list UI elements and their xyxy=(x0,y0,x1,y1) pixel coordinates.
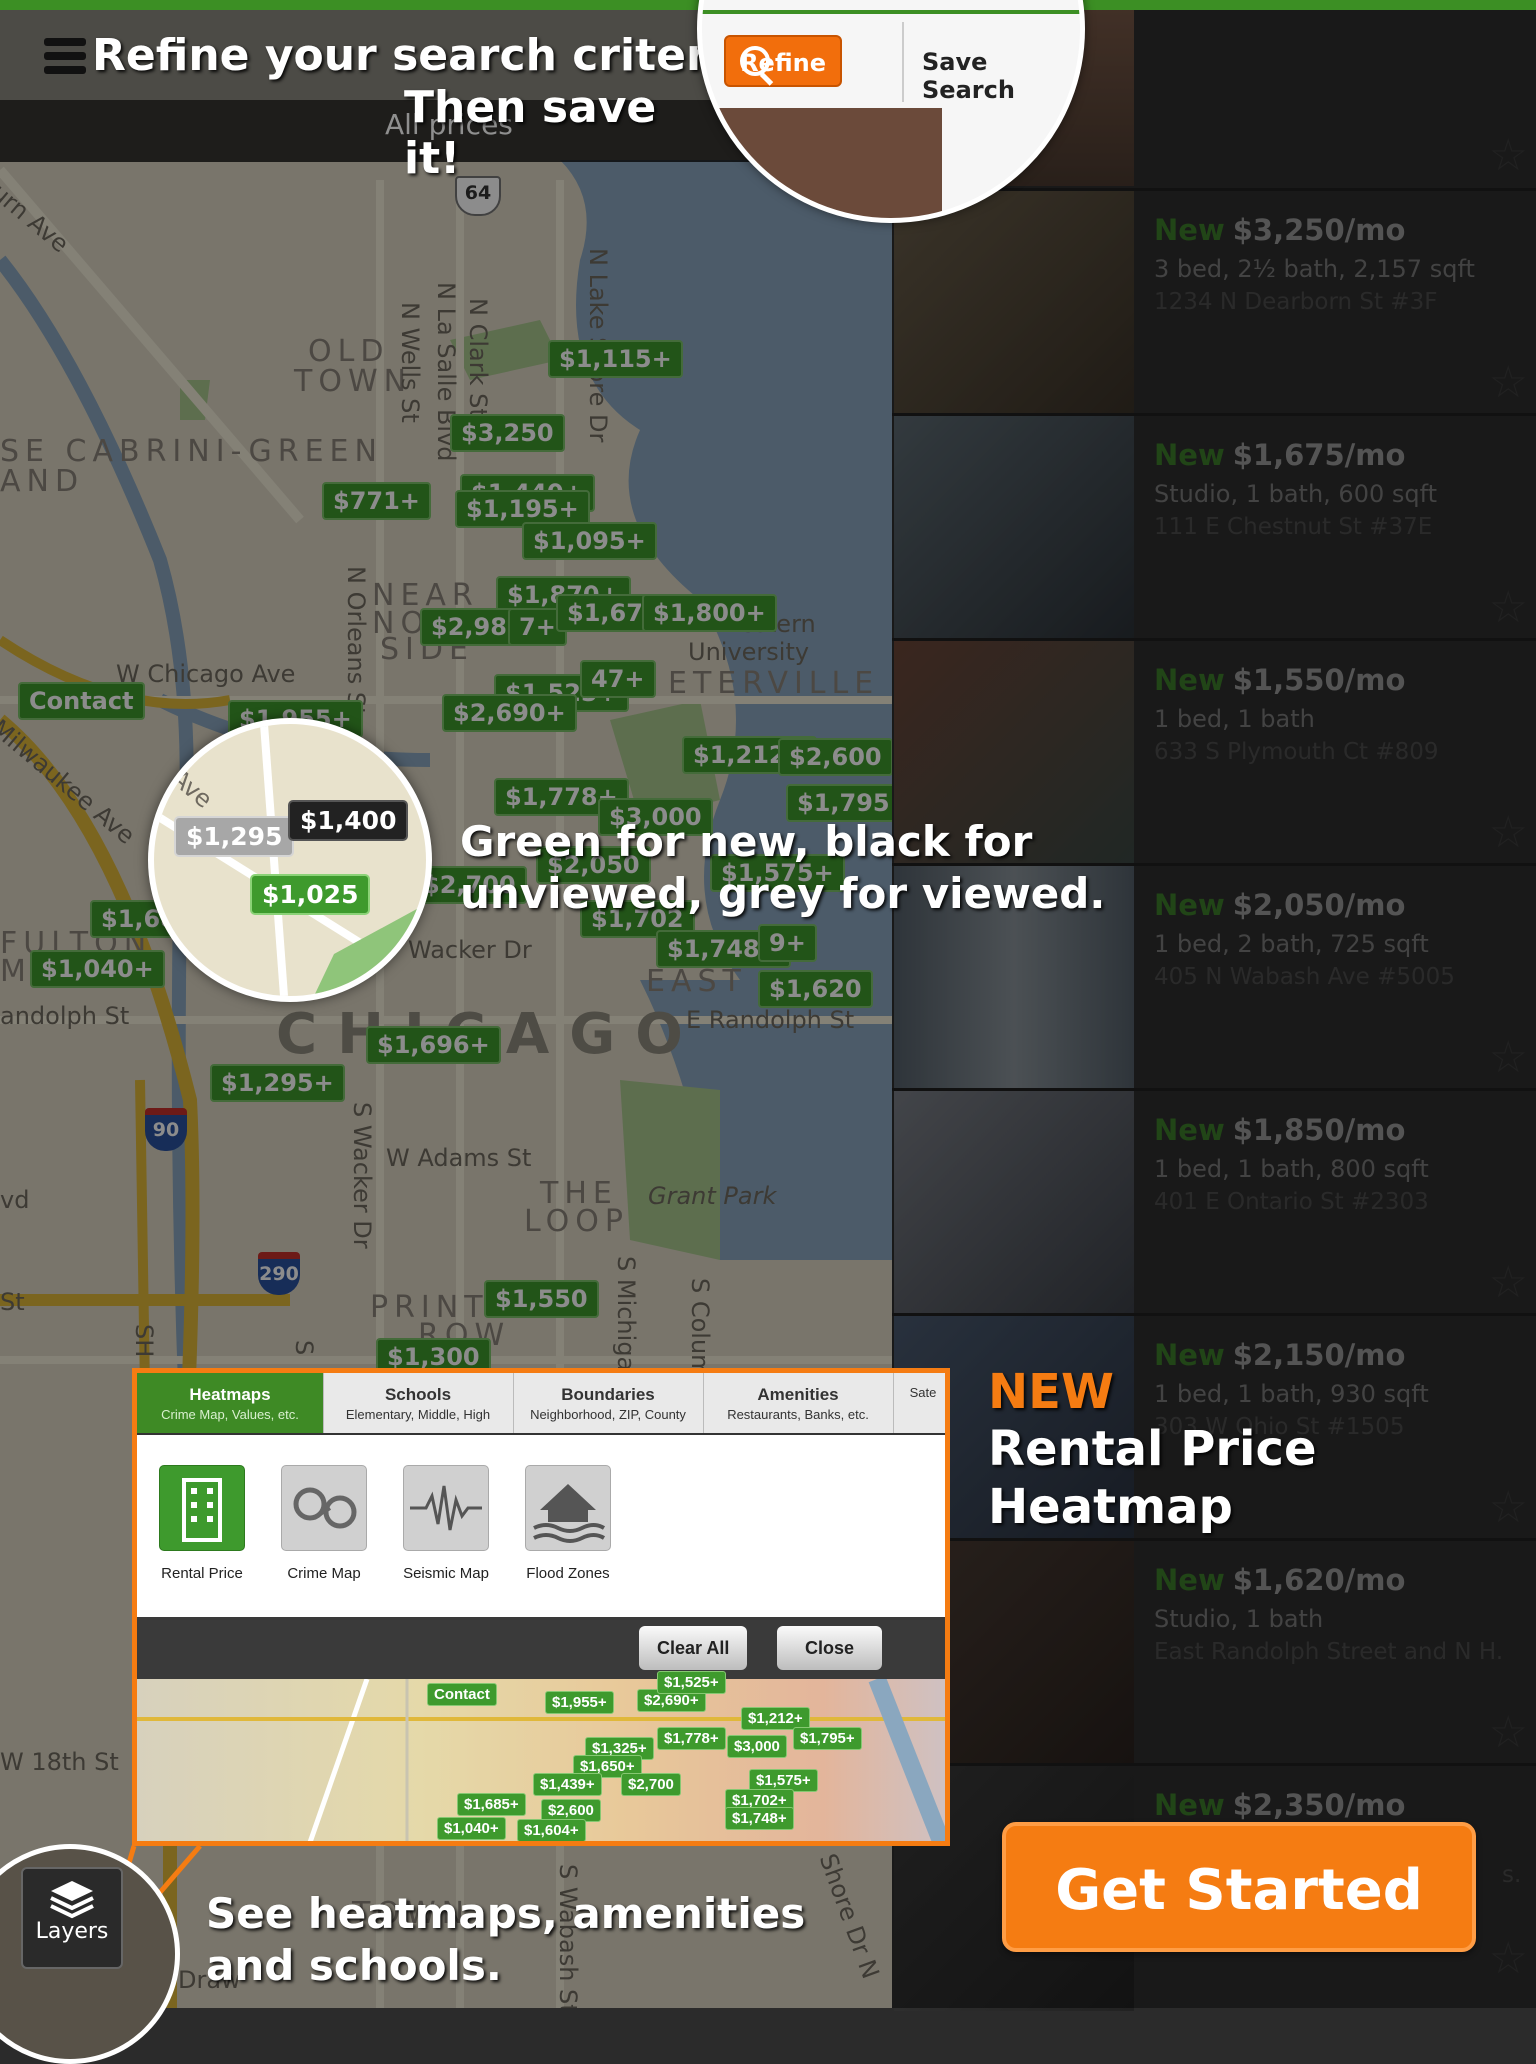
tab-amenities[interactable]: Amenities Restaurants, Banks, etc. xyxy=(703,1373,894,1433)
refine-callout-subtitle: Then save it! xyxy=(404,82,657,184)
layer-label: Crime Map xyxy=(287,1565,361,1582)
layer-label: Seismic Map xyxy=(403,1565,489,1582)
price-pin: $1,604+ xyxy=(517,1819,586,1841)
tab-subtitle: Elementary, Middle, High xyxy=(345,1407,491,1422)
layers-icon xyxy=(49,1879,95,1919)
viewed-price-pin: $1,295 xyxy=(174,816,295,857)
new-price-pin: $1,025 xyxy=(250,874,371,915)
close-button[interactable]: Close xyxy=(777,1626,883,1670)
layers-panel[interactable]: Heatmaps Crime Map, Values, etc. Schools… xyxy=(132,1368,950,1846)
tab-subtitle: Sate xyxy=(909,1385,937,1400)
save-search-button[interactable]: Save Search xyxy=(922,48,1080,104)
heatmap-promo-badge: NEW xyxy=(988,1364,1114,1420)
handcuffs-icon xyxy=(281,1465,367,1551)
tab-subtitle: Restaurants, Banks, etc. xyxy=(727,1407,869,1422)
layer-label: Rental Price xyxy=(161,1565,243,1582)
pin-legend-spotlight: Ave $1,295 $1,400 $1,025 xyxy=(148,718,432,1002)
tab-title: Boundaries xyxy=(561,1385,655,1404)
layer-seismic-map[interactable]: Seismic Map xyxy=(391,1465,501,1582)
accent-line xyxy=(702,10,1080,14)
price-pin: $1,685+ xyxy=(457,1793,526,1816)
clear-all-button[interactable]: Clear All xyxy=(639,1626,748,1670)
tab-satellite[interactable]: Sate xyxy=(893,1373,945,1433)
refine-callout-title: Refine your search criteria. xyxy=(92,30,770,81)
seismograph-icon xyxy=(403,1465,489,1551)
price-pin: $1,439+ xyxy=(533,1773,602,1796)
flooded-house-icon xyxy=(525,1465,611,1551)
layer-flood-zones[interactable]: Flood Zones xyxy=(513,1465,623,1582)
pin-legend-caption: Green for new, black for unviewed, grey … xyxy=(460,817,1106,918)
price-pin: Contact xyxy=(427,1683,497,1706)
menu-icon[interactable] xyxy=(44,38,86,74)
layers-callout-line1: See heatmaps, amenities xyxy=(206,1889,806,1938)
heatmap-preview: Contact $1,955+ $2,690+ $1,525+ $1,212+ … xyxy=(137,1671,945,1841)
tab-schools[interactable]: Schools Elementary, Middle, High xyxy=(323,1373,514,1433)
get-started-button[interactable]: Get Started xyxy=(1002,1822,1476,1952)
layer-crime-map[interactable]: Crime Map xyxy=(269,1465,379,1582)
layers-button-label: Layers xyxy=(35,1919,109,1944)
tab-boundaries[interactable]: Boundaries Neighborhood, ZIP, County xyxy=(513,1373,704,1433)
tab-heatmaps[interactable]: Heatmaps Crime Map, Values, etc. xyxy=(137,1373,324,1433)
layers-options: Rental Price Crime Map Seismic Map Flood… xyxy=(137,1435,945,1617)
price-pin: $1,778+ xyxy=(657,1727,726,1750)
price-pin: $1,955+ xyxy=(545,1691,614,1714)
heatmap-promo: NEW Rental Price Heatmap xyxy=(988,1364,1317,1536)
tab-subtitle: Crime Map, Values, etc. xyxy=(161,1407,299,1422)
price-pin: $1,525+ xyxy=(657,1671,726,1694)
price-pin: $1,040+ xyxy=(437,1817,506,1840)
layer-label: Flood Zones xyxy=(526,1565,610,1582)
layers-button[interactable]: Layers xyxy=(21,1867,123,1969)
tab-subtitle: Neighborhood, ZIP, County xyxy=(530,1407,686,1422)
layer-rental-price[interactable]: Rental Price xyxy=(147,1465,257,1582)
tab-title: Amenities xyxy=(757,1385,839,1404)
toolbar-divider xyxy=(902,22,904,102)
building-icon xyxy=(159,1465,245,1551)
price-pin: $2,700 xyxy=(621,1773,681,1796)
search-icon xyxy=(740,46,770,76)
tab-title: Schools xyxy=(384,1385,452,1404)
layers-tabs: Heatmaps Crime Map, Values, etc. Schools… xyxy=(137,1373,945,1435)
price-pin: $1,748+ xyxy=(725,1807,794,1830)
layers-callout-caption: See heatmaps, amenities and schools. xyxy=(206,1888,805,1992)
layers-callout-line2: and schools. xyxy=(206,1941,502,1990)
unviewed-price-pin: $1,400 xyxy=(288,800,409,841)
layers-actions: Clear All Close xyxy=(137,1617,945,1679)
legend-map-roads xyxy=(154,724,426,996)
tab-title: Heatmaps xyxy=(189,1385,271,1404)
refine-button[interactable]: Refine xyxy=(724,35,842,87)
heatmap-promo-line2: Heatmap xyxy=(988,1479,1233,1535)
price-pin: $3,000 xyxy=(727,1735,787,1758)
heatmap-promo-line1: Rental Price xyxy=(988,1421,1317,1477)
listing-photo xyxy=(702,108,942,218)
price-pin: $1,795+ xyxy=(793,1727,862,1750)
